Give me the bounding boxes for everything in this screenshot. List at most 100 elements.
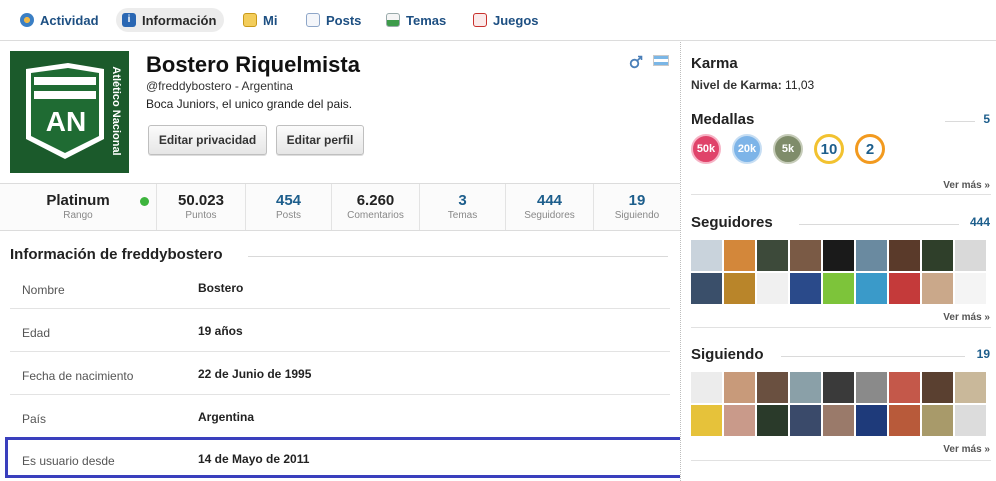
follower-avatar[interactable] <box>922 240 953 271</box>
medal-10-icon[interactable]: 10 <box>814 134 844 164</box>
info-key-member-since: Es usuario desde <box>22 454 115 468</box>
info-key-birthdate: Fecha de nacimiento <box>22 369 134 383</box>
medal-50k-icon[interactable]: 50k <box>691 134 721 164</box>
following-avatar[interactable] <box>856 372 887 403</box>
stat-topics[interactable]: 3 Temas <box>420 184 506 230</box>
medal-5k-icon[interactable]: 5k <box>773 134 803 164</box>
medals-count[interactable]: 5 <box>983 112 990 126</box>
info-value-birthdate: 22 de Junio de 1995 <box>198 367 312 381</box>
tab-posts-label: Posts <box>326 12 362 28</box>
argentina-flag-icon <box>653 55 669 66</box>
edit-profile-button[interactable]: Editar perfil <box>276 125 364 155</box>
karma-level-value: 11,03 <box>785 78 815 92</box>
tab-temas[interactable]: Temas <box>380 8 454 32</box>
follower-avatar[interactable] <box>757 240 788 271</box>
tab-juegos-label: Juegos <box>493 12 539 28</box>
stat-posts[interactable]: 454 Posts <box>246 184 332 230</box>
following-avatar[interactable] <box>757 372 788 403</box>
posts-value: 454 <box>275 192 302 209</box>
following-avatar[interactable] <box>790 372 821 403</box>
follower-avatar[interactable] <box>757 273 788 304</box>
following-count[interactable]: 19 <box>977 347 990 361</box>
medals-divider <box>691 194 991 195</box>
following-see-more-link[interactable]: Ver más » <box>943 444 990 455</box>
followers-see-more-link[interactable]: Ver más » <box>943 312 990 323</box>
following-avatar[interactable] <box>790 405 821 436</box>
follower-avatar[interactable] <box>922 273 953 304</box>
follower-avatar[interactable] <box>790 240 821 271</box>
stat-followers[interactable]: 444 Seguidores <box>506 184 594 230</box>
chat-icon <box>243 13 257 27</box>
comments-label: Comentarios <box>347 210 404 221</box>
following-avatar[interactable] <box>823 372 854 403</box>
follower-avatar[interactable] <box>955 273 986 304</box>
info-value-name: Bostero <box>198 281 244 295</box>
medals-see-more-link[interactable]: Ver más » <box>943 180 990 191</box>
tab-mi-label: Mi <box>263 12 278 28</box>
document-icon <box>306 13 320 27</box>
following-avatar[interactable] <box>889 372 920 403</box>
follower-avatar[interactable] <box>691 273 722 304</box>
follower-avatar[interactable] <box>790 273 821 304</box>
following-title: Siguiendo <box>691 346 764 363</box>
follower-avatar[interactable] <box>724 273 755 304</box>
avatar-caption: Atlético Nacional <box>110 66 122 156</box>
follower-avatar[interactable] <box>889 273 920 304</box>
follower-avatar[interactable] <box>856 273 887 304</box>
karma-title: Karma <box>691 55 738 72</box>
followers-title-divider <box>799 224 959 225</box>
stat-comments: 6.260 Comentarios <box>332 184 420 230</box>
following-avatar[interactable] <box>922 405 953 436</box>
follower-avatar[interactable] <box>823 240 854 271</box>
rank-label: Rango <box>63 210 93 221</box>
following-avatar[interactable] <box>724 405 755 436</box>
profile-sidebar: Karma Nivel de Karma: 11,03 Medallas 5 5… <box>680 42 996 481</box>
medals-title: Medallas <box>691 111 755 128</box>
profile-main: AN Atlético Nacional Bostero Riquelmista… <box>0 42 684 481</box>
stat-following[interactable]: 19 Siguiendo <box>594 184 680 230</box>
info-key-age: Edad <box>22 326 51 340</box>
following-avatar-grid <box>691 372 986 436</box>
follower-avatar[interactable] <box>856 240 887 271</box>
info-icon: i <box>122 13 136 27</box>
info-value-age: 19 años <box>198 324 243 338</box>
following-avatar[interactable] <box>889 405 920 436</box>
followers-count[interactable]: 444 <box>970 215 990 229</box>
svg-text:AN: AN <box>46 106 86 137</box>
follower-avatar[interactable] <box>889 240 920 271</box>
following-avatar[interactable] <box>691 372 722 403</box>
avatar[interactable]: AN Atlético Nacional <box>10 51 129 173</box>
topics-value: 3 <box>458 192 467 209</box>
edit-privacy-button[interactable]: Editar privacidad <box>148 125 267 155</box>
follower-avatar[interactable] <box>955 240 986 271</box>
tab-informacion[interactable]: i Información <box>116 8 225 32</box>
info-row-birthdate: Fecha de nacimiento 22 de Junio de 1995 <box>10 353 670 395</box>
tab-mi[interactable]: Mi <box>237 8 285 32</box>
tab-actividad[interactable]: Actividad <box>14 8 107 32</box>
following-avatar[interactable] <box>955 372 986 403</box>
following-label: Siguiendo <box>614 210 660 221</box>
tab-juegos[interactable]: Juegos <box>467 8 547 32</box>
following-avatar[interactable] <box>757 405 788 436</box>
profile-bio: Boca Juniors, el unico grande del pais. <box>146 97 353 111</box>
following-avatar[interactable] <box>691 405 722 436</box>
karma-level: Nivel de Karma: 11,03 <box>691 78 814 92</box>
following-avatar[interactable] <box>922 372 953 403</box>
profile-stats-bar: Platinum Rango 50.023 Puntos 454 Posts 6… <box>0 183 680 231</box>
following-avatar[interactable] <box>955 405 986 436</box>
online-status-icon <box>140 197 149 206</box>
follower-avatar[interactable] <box>823 273 854 304</box>
medal-2-icon[interactable]: 2 <box>855 134 885 164</box>
info-value-country: Argentina <box>198 410 255 424</box>
following-avatar[interactable] <box>823 405 854 436</box>
follower-avatar[interactable] <box>724 240 755 271</box>
points-value: 50.023 <box>178 192 224 209</box>
medals-title-divider <box>945 121 975 122</box>
following-avatar[interactable] <box>724 372 755 403</box>
topics-icon <box>386 13 400 27</box>
tab-posts[interactable]: Posts <box>300 8 369 32</box>
follower-avatar[interactable] <box>691 240 722 271</box>
following-avatar[interactable] <box>856 405 887 436</box>
activity-icon <box>20 13 34 27</box>
medal-20k-icon[interactable]: 20k <box>732 134 762 164</box>
